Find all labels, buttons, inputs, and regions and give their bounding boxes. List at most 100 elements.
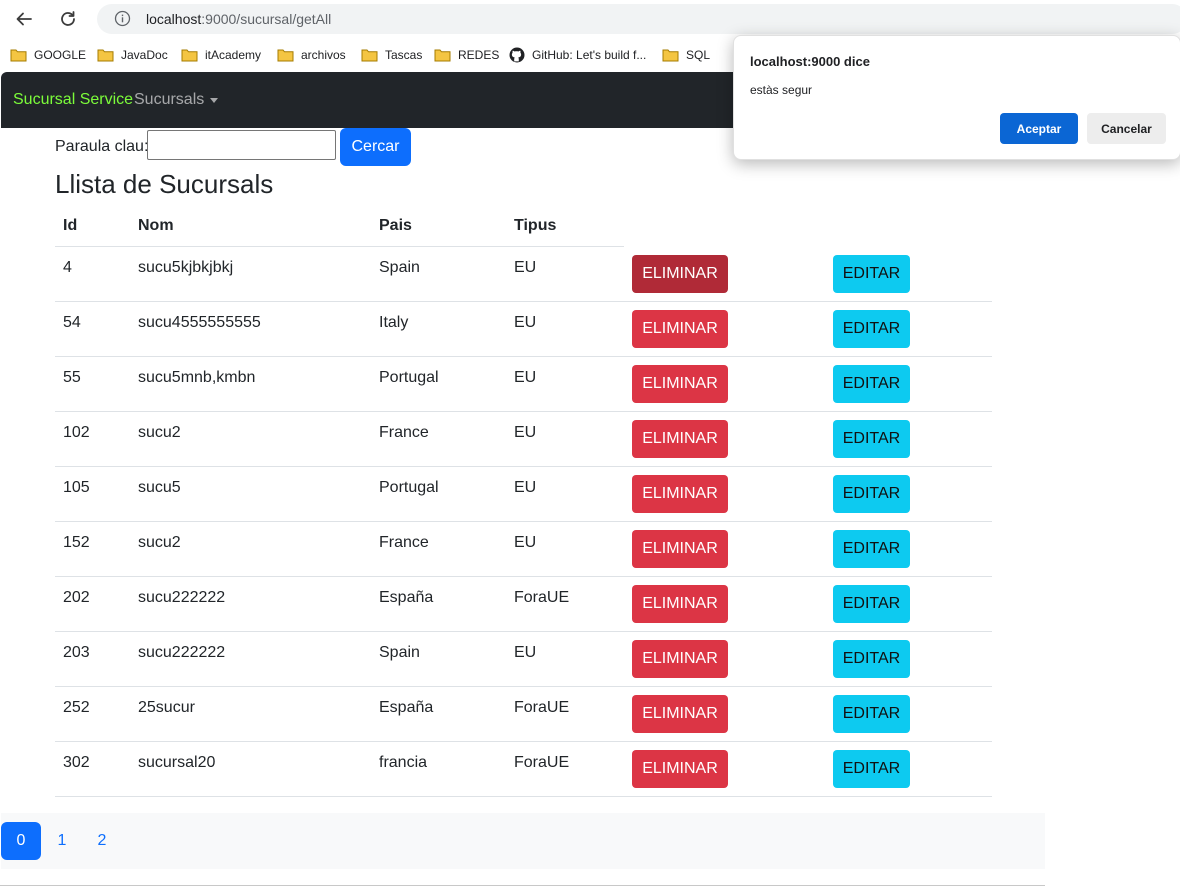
dialog-title: localhost:9000 dice (750, 54, 870, 69)
cell-id: 252 (63, 699, 90, 716)
url-path: :9000/sucursal/getAll (201, 11, 332, 27)
url-host: localhost (146, 11, 202, 27)
bookmark-label: itAcademy (205, 48, 262, 62)
cell-pais: Portugal (379, 479, 439, 496)
delete-button[interactable]: ELIMINAR (632, 750, 728, 788)
cell-id: 102 (63, 424, 90, 441)
cell-pais: Spain (379, 644, 420, 661)
accept-button[interactable]: Aceptar (1000, 113, 1078, 144)
reload-icon[interactable] (55, 6, 81, 32)
edit-button[interactable]: EDITAR (833, 365, 910, 403)
page-link-2[interactable]: 2 (82, 822, 122, 860)
caret-down-icon (210, 97, 219, 103)
cell-id: 152 (63, 534, 90, 551)
url-text[interactable]: localhost:9000/sucursal/getAll (146, 11, 331, 27)
folder-icon (662, 49, 679, 62)
bookmark-label: GitHub: Let's build f... (532, 48, 647, 62)
confirm-dialog: localhost:9000 dice estàs segur Aceptar … (733, 35, 1180, 160)
keyword-input[interactable] (147, 130, 336, 160)
bookmark-javadoc[interactable]: JavaDoc (97, 46, 168, 64)
edit-button[interactable]: EDITAR (833, 640, 910, 678)
header-id: Id (63, 217, 78, 234)
cell-tipus: EU (514, 259, 537, 276)
bookmark-sql[interactable]: SQL (662, 46, 710, 64)
page-title: Llista de Sucursals (55, 169, 274, 199)
delete-button[interactable]: ELIMINAR (632, 365, 728, 403)
sucursals-dropdown[interactable]: Sucursals (134, 91, 219, 109)
delete-button[interactable]: ELIMINAR (632, 695, 728, 733)
cell-id: 55 (63, 369, 81, 386)
delete-button[interactable]: ELIMINAR (632, 255, 728, 293)
page-link-0[interactable]: 0 (1, 822, 41, 860)
cell-id: 302 (63, 754, 90, 771)
table-row: 105 sucu5 Portugal EU ELIMINAR EDITAR (55, 467, 992, 522)
search-button[interactable]: Cercar (340, 128, 411, 166)
cell-id: 105 (63, 479, 90, 496)
table-row: 102 sucu2 France EU ELIMINAR EDITAR (55, 412, 992, 467)
footer-divider (0, 885, 1045, 886)
table-row: 54 sucu4555555555 Italy EU ELIMINAR EDIT… (55, 302, 992, 357)
table-row: 55 sucu5mnb,kmbn Portugal EU ELIMINAR ED… (55, 357, 992, 412)
cell-nom: sucursal20 (138, 754, 216, 771)
delete-button[interactable]: ELIMINAR (632, 640, 728, 678)
site-info-icon[interactable] (114, 10, 131, 27)
table-row: 302 sucursal20 francia ForaUE ELIMINAR E… (55, 742, 992, 797)
bookmark-label: GOOGLE (34, 48, 87, 62)
header-nom: Nom (138, 217, 174, 234)
bookmark-label: archivos (301, 48, 346, 62)
delete-button[interactable]: ELIMINAR (632, 420, 728, 458)
cell-nom: sucu222222 (138, 589, 226, 606)
table-row: 202 sucu222222 España ForaUE ELIMINAR ED… (55, 577, 992, 632)
table-row: 4 sucu5kjbkjbkj Spain EU ELIMINAR EDITAR (55, 247, 992, 302)
cell-tipus: EU (514, 369, 537, 386)
delete-button[interactable]: ELIMINAR (632, 310, 728, 348)
edit-button[interactable]: EDITAR (833, 530, 910, 568)
dialog-message: estàs segur (750, 83, 813, 97)
cell-pais: España (379, 589, 434, 606)
cell-id: 4 (63, 259, 72, 276)
cell-tipus: ForaUE (514, 589, 570, 606)
bookmark-itacademy[interactable]: itAcademy (181, 46, 261, 64)
edit-button[interactable]: EDITAR (833, 475, 910, 513)
cell-nom: sucu2 (138, 424, 181, 441)
folder-icon (277, 49, 294, 62)
edit-button[interactable]: EDITAR (833, 420, 910, 458)
edit-button[interactable]: EDITAR (833, 750, 910, 788)
cell-pais: Spain (379, 259, 420, 276)
cell-tipus: ForaUE (514, 699, 570, 716)
folder-icon (181, 49, 198, 62)
delete-button[interactable]: ELIMINAR (632, 530, 728, 568)
cell-nom: sucu2 (138, 534, 181, 551)
delete-button[interactable]: ELIMINAR (632, 585, 728, 623)
cell-nom: 25sucur (138, 699, 195, 716)
cancel-button[interactable]: Cancelar (1087, 113, 1166, 144)
back-arrow-icon[interactable] (11, 6, 37, 32)
cell-pais: francia (379, 754, 428, 771)
page-link-1[interactable]: 1 (42, 822, 82, 860)
bookmark-redes[interactable]: REDES (434, 46, 499, 64)
cell-nom: sucu222222 (138, 644, 226, 661)
edit-button[interactable]: EDITAR (833, 585, 910, 623)
cell-pais: España (379, 699, 434, 716)
edit-button[interactable]: EDITAR (833, 255, 910, 293)
bookmark-archivos[interactable]: archivos (277, 46, 346, 64)
edit-button[interactable]: EDITAR (833, 695, 910, 733)
cell-tipus: EU (514, 534, 537, 551)
bookmark-google[interactable]: GOOGLE (10, 46, 86, 64)
cell-tipus: EU (514, 479, 537, 496)
cell-pais: Italy (379, 314, 409, 331)
delete-button[interactable]: ELIMINAR (632, 475, 728, 513)
folder-icon (10, 49, 27, 62)
bookmark-github[interactable]: GitHub: Let's build f... (509, 46, 646, 64)
navbar-brand[interactable]: Sucursal Service (13, 91, 133, 109)
folder-icon (97, 49, 114, 62)
cell-id: 54 (63, 314, 81, 331)
folder-icon (434, 49, 451, 62)
bookmark-label: REDES (458, 48, 500, 62)
bookmark-tascas[interactable]: Tascas (361, 46, 422, 64)
cell-pais: Portugal (379, 369, 439, 386)
edit-button[interactable]: EDITAR (833, 310, 910, 348)
cell-nom: sucu5 (138, 479, 181, 496)
cell-nom: sucu5mnb,kmbn (138, 369, 256, 386)
search-label: Paraula clau: (55, 138, 149, 155)
